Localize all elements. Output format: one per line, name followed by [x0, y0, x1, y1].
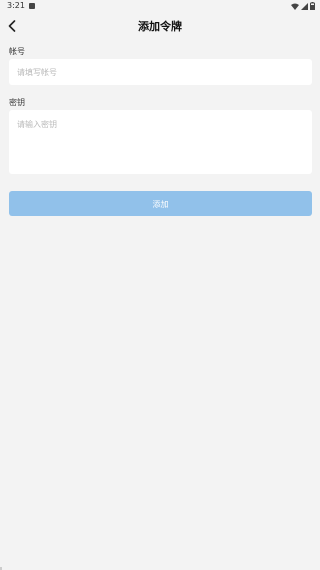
add-token-screen: 3:21 添加令牌 帐号 密钥 添加: [0, 0, 320, 570]
status-time: 3:21: [7, 1, 25, 10]
secret-input[interactable]: [9, 110, 312, 174]
secret-label: 密钥: [9, 98, 25, 107]
signal-icon: [301, 2, 308, 10]
battery-icon: [310, 2, 315, 10]
add-button[interactable]: 添加: [9, 191, 312, 216]
account-label: 帐号: [9, 47, 25, 56]
page-title: 添加令牌: [138, 20, 182, 33]
account-input[interactable]: [9, 59, 312, 85]
status-icons: [291, 2, 315, 10]
status-bar: 3:21: [0, 0, 320, 12]
notification-icon: [29, 3, 35, 9]
header: 添加令牌: [0, 14, 320, 38]
wifi-icon: [291, 3, 299, 10]
